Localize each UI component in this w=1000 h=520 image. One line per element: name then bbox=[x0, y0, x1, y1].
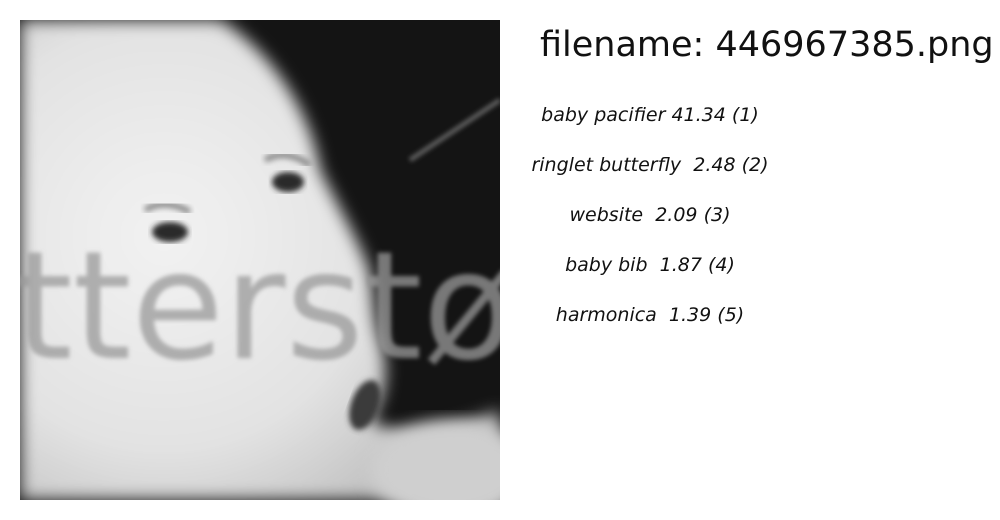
prediction-rank: (3) bbox=[703, 204, 731, 226]
prediction-score: 41.34 bbox=[671, 104, 726, 126]
prediction-row: baby pacifier 41.34 (1) bbox=[520, 90, 780, 140]
prediction-list: baby pacifier 41.34 (1) ringlet butterfl… bbox=[520, 90, 780, 340]
prediction-score: 1.39 bbox=[668, 304, 712, 326]
prediction-rank: (4) bbox=[707, 254, 735, 276]
prediction-rank: (5) bbox=[717, 304, 745, 326]
prediction-row: baby bib 1.87 (4) bbox=[520, 240, 780, 290]
baby-photo-drawing: tterstø bbox=[20, 20, 500, 500]
prediction-score: 2.09 bbox=[655, 204, 698, 226]
prediction-label: baby bib bbox=[565, 254, 648, 276]
prediction-row: harmonica 1.39 (5) bbox=[520, 290, 780, 340]
prediction-row: website 2.09 (3) bbox=[520, 190, 780, 240]
prediction-label: harmonica bbox=[555, 304, 657, 326]
prediction-row: ringlet butterfly 2.48 (2) bbox=[520, 140, 780, 190]
prediction-rank: (2) bbox=[741, 154, 769, 176]
prediction-label: website bbox=[569, 204, 644, 226]
prediction-score: 2.48 bbox=[693, 154, 736, 176]
baby-photo: tterstø bbox=[20, 20, 500, 500]
prediction-label: baby pacifier bbox=[541, 104, 666, 126]
filename-title: filename: 446967385.png bbox=[540, 25, 994, 65]
upper-eye bbox=[272, 172, 304, 192]
prediction-rank: (1) bbox=[731, 104, 759, 126]
watermark-text: tterstø bbox=[20, 220, 500, 394]
prediction-label: ringlet butterfly bbox=[531, 154, 682, 176]
prediction-score: 1.87 bbox=[659, 254, 702, 276]
